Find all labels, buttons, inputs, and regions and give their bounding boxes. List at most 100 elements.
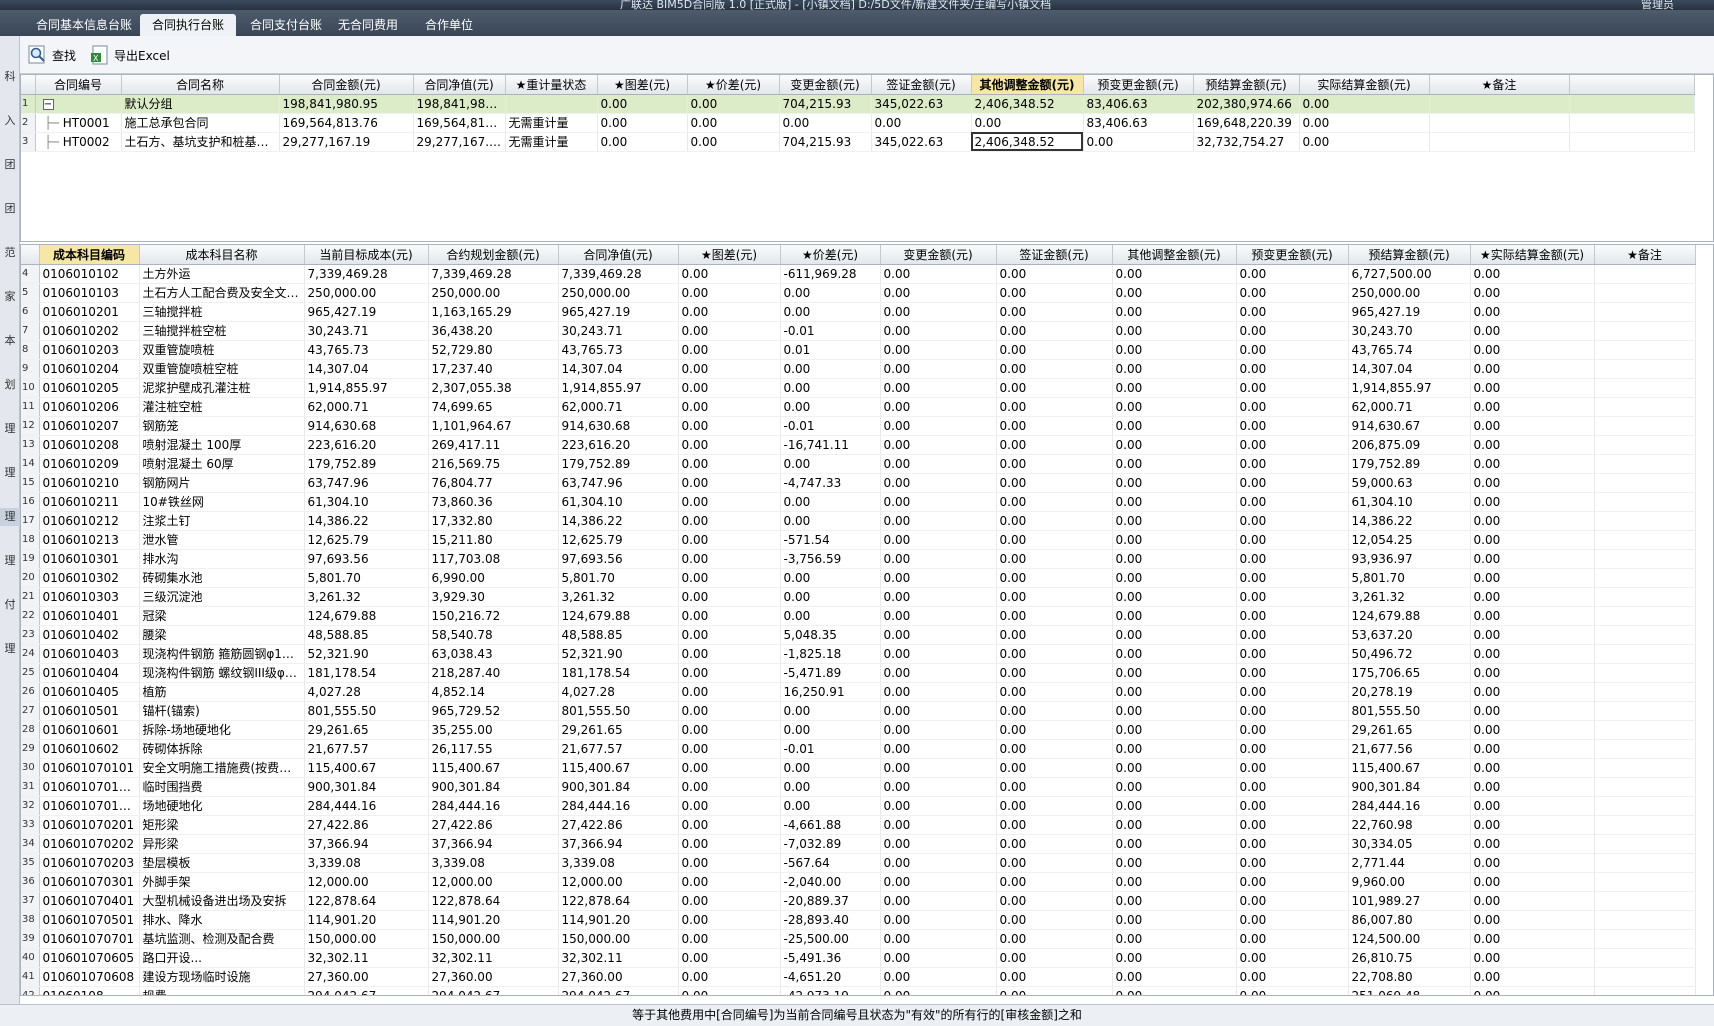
table-cell[interactable]: 284,444.16 — [1348, 796, 1471, 816]
table-cell[interactable]: 251,069.48 — [1348, 986, 1471, 995]
table-cell[interactable]: 0106010204 — [39, 359, 140, 379]
table-cell[interactable]: 206,875.09 — [1348, 435, 1471, 455]
table-cell[interactable]: − — [35, 94, 122, 114]
table-cell[interactable]: 0.00 — [1236, 986, 1349, 995]
table-cell[interactable]: 3,261.32 — [1348, 587, 1471, 607]
table-cell[interactable]: 17,332.80 — [428, 511, 559, 531]
table-row[interactable]: 28 0106010601 拆除-场地硬地化 29,261.65 35,255.00 29… — [21, 720, 1696, 740]
table-row[interactable]: 21 0106010303 三级沉淀池 3,261.32 3,929.30 3,261.3… — [21, 587, 1696, 607]
table-cell[interactable]: 12,000.00 — [558, 872, 679, 892]
table-cell[interactable] — [1594, 739, 1696, 759]
table-cell[interactable]: 0.01 — [780, 340, 881, 360]
table-cell[interactable]: 250,000.00 — [1348, 283, 1471, 303]
table-cell[interactable]: 0.00 — [1112, 587, 1237, 607]
table-cell[interactable]: 0.00 — [1470, 758, 1595, 778]
table-cell[interactable]: 0.00 — [1470, 929, 1595, 949]
table-cell[interactable]: 900,301.84 — [558, 777, 679, 797]
table-cell[interactable]: 14,386.22 — [1348, 511, 1471, 531]
table-cell[interactable]: 0.00 — [1112, 473, 1237, 493]
table-cell[interactable]: 0.00 — [880, 264, 997, 284]
column-header[interactable]: 合同净值(元) — [413, 75, 506, 95]
table-cell[interactable]: 0.00 — [1236, 606, 1349, 626]
table-cell[interactable] — [1594, 473, 1696, 493]
table-cell[interactable] — [1594, 302, 1696, 322]
table-cell[interactable]: 0.00 — [880, 625, 997, 645]
tab-3[interactable]: 合同支付台账 — [238, 14, 334, 36]
table-cell[interactable]: 土石方人工配合费及安全文明施工费 — [139, 283, 305, 303]
table-cell[interactable]: 0106010302 — [39, 568, 140, 588]
side-nav-item[interactable]: 入 — [0, 112, 20, 130]
table-cell[interactable]: 0.00 — [996, 872, 1113, 892]
table-cell[interactable]: 基坑监测、检测及配合费 — [139, 929, 305, 949]
table-cell[interactable]: 58,540.78 — [428, 625, 559, 645]
table-cell[interactable]: 218,287.40 — [428, 663, 559, 683]
table-cell[interactable]: 83,406.63 — [1083, 94, 1194, 114]
side-nav-item[interactable]: 理 — [0, 640, 20, 658]
table-cell[interactable]: 29,261.65 — [558, 720, 679, 740]
table-cell[interactable]: 9,960.00 — [1348, 872, 1471, 892]
table-cell[interactable]: 0.00 — [996, 739, 1113, 759]
table-row[interactable]: 2 ├─ HT0001 施工总承包合同 169,564,813.76 169,564,8… — [21, 113, 1695, 133]
side-nav-item[interactable]: 科 — [0, 68, 20, 86]
table-cell[interactable]: 无需重计量 — [505, 113, 598, 133]
table-cell[interactable] — [1594, 625, 1696, 645]
tab-5[interactable]: 合作单位 — [413, 14, 485, 36]
table-cell[interactable]: 0.00 — [996, 435, 1113, 455]
table-cell[interactable]: 0.00 — [1236, 587, 1349, 607]
table-cell[interactable]: 0.00 — [1236, 473, 1349, 493]
table-cell[interactable]: 3,929.30 — [428, 587, 559, 607]
table-cell[interactable]: 0.00 — [1112, 454, 1237, 474]
table-cell[interactable] — [1594, 568, 1696, 588]
table-cell[interactable]: 0.00 — [1236, 625, 1349, 645]
table-cell[interactable]: 0.00 — [996, 796, 1113, 816]
table-cell[interactable]: 0.00 — [1470, 967, 1595, 987]
table-cell[interactable]: 0.00 — [996, 264, 1113, 284]
side-nav-item[interactable]: 付 — [0, 596, 20, 614]
table-cell[interactable]: 0.00 — [678, 587, 781, 607]
table-cell[interactable]: 无需重计量 — [505, 132, 598, 152]
table-cell[interactable]: 73,860.36 — [428, 492, 559, 512]
table-cell[interactable]: 0106010701020 — [39, 777, 140, 797]
table-row[interactable]: 14 0106010209 喷射混凝土 60厚 179,752.89 216,569.7… — [21, 454, 1696, 474]
table-cell[interactable] — [1594, 682, 1696, 702]
column-header[interactable]: ★备注 — [1594, 245, 1696, 265]
table-cell[interactable]: 0106010501 — [39, 701, 140, 721]
table-cell[interactable]: 0.00 — [1112, 986, 1237, 995]
table-cell[interactable]: 0.00 — [1112, 644, 1237, 664]
table-cell[interactable]: 704,215.93 — [779, 94, 872, 114]
table-cell[interactable]: 0.00 — [996, 986, 1113, 995]
table-cell[interactable]: 14,307.04 — [304, 359, 429, 379]
table-cell[interactable]: 0.00 — [678, 644, 781, 664]
column-header[interactable]: 成本科目名称 — [139, 245, 305, 265]
table-cell[interactable]: 76,804.77 — [428, 473, 559, 493]
table-cell[interactable]: 0106010701021 — [39, 796, 140, 816]
table-cell[interactable]: 0.00 — [1236, 796, 1349, 816]
table-cell[interactable]: 27,422.86 — [558, 815, 679, 835]
table-cell[interactable]: 0.00 — [996, 340, 1113, 360]
side-nav-item[interactable]: 理 — [0, 464, 20, 482]
side-nav-item[interactable]: 团 — [0, 200, 20, 218]
table-cell[interactable]: 0.00 — [597, 113, 688, 133]
table-cell[interactable]: 35,255.00 — [428, 720, 559, 740]
table-cell[interactable]: 63,038.43 — [428, 644, 559, 664]
table-cell[interactable]: 0106010301 — [39, 549, 140, 569]
table-cell[interactable]: 0.00 — [996, 967, 1113, 987]
table-cell[interactable]: 0.00 — [1470, 834, 1595, 854]
table-cell[interactable]: 27,360.00 — [428, 967, 559, 987]
table-cell[interactable]: 2,307,055.38 — [428, 378, 559, 398]
table-cell[interactable]: 010601070401 — [39, 891, 140, 911]
table-cell[interactable]: -4,651.20 — [780, 967, 881, 987]
table-cell[interactable]: 4,027.28 — [304, 682, 429, 702]
table-cell[interactable]: 0.00 — [1470, 435, 1595, 455]
table-cell[interactable]: 土石方、基坑支护和桩基础工程 — [121, 132, 280, 152]
table-cell[interactable]: 43,765.74 — [1348, 340, 1471, 360]
table-cell[interactable]: 0.00 — [1470, 568, 1595, 588]
table-cell[interactable] — [1429, 113, 1570, 133]
table-cell[interactable]: 0.00 — [1112, 397, 1237, 417]
table-cell[interactable]: 3,339.08 — [428, 853, 559, 873]
table-cell[interactable]: 0.00 — [1112, 872, 1237, 892]
table-cell[interactable]: 0.00 — [996, 758, 1113, 778]
table-cell[interactable]: 114,901.20 — [304, 910, 429, 930]
table-cell[interactable]: 62,000.71 — [304, 397, 429, 417]
table-cell[interactable] — [1594, 948, 1696, 968]
